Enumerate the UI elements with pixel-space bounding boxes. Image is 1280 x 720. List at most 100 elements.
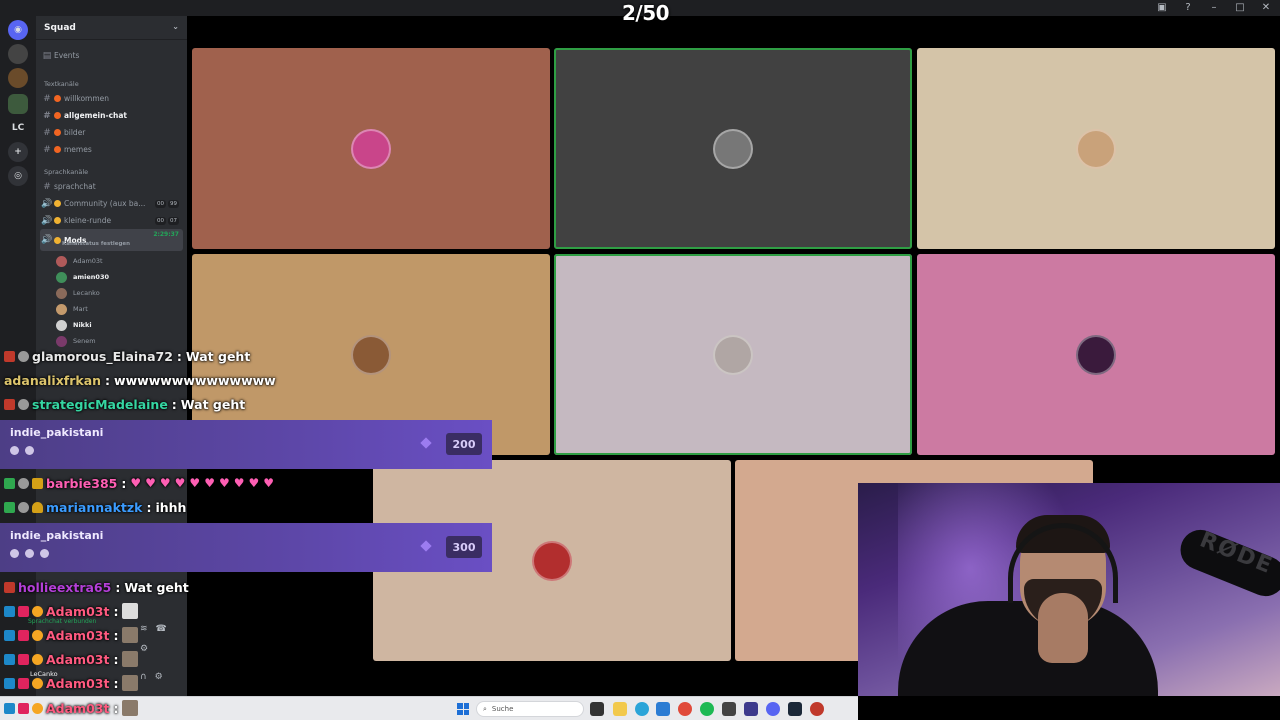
user-panel-icons: ∩ ⚙ <box>140 672 163 682</box>
channel-willkommen[interactable]: # willkommen <box>40 91 183 106</box>
close-button[interactable]: ✕ <box>1260 2 1272 13</box>
avatar <box>56 335 67 347</box>
server-icon-squad[interactable] <box>8 94 28 114</box>
bits-badge-icon <box>32 501 43 513</box>
discord-home-icon[interactable]: ◉ <box>8 20 28 40</box>
hash-icon: # <box>43 144 51 155</box>
channel-status[interactable]: Kanalstatus festlegen <box>62 241 130 247</box>
channel-sprachchat[interactable]: # sprachchat <box>40 179 183 194</box>
heart-emote: ♥ <box>145 476 156 490</box>
discover-icon[interactable]: ◎ <box>8 166 28 186</box>
channel-memes[interactable]: # memes <box>40 142 183 157</box>
add-server-icon[interactable]: + <box>8 142 28 162</box>
voice-channel-mods[interactable]: 🔊 Mods 2:29:37 Kanalstatus festlegen <box>40 229 183 251</box>
events-item[interactable]: ▤ Events <box>40 48 183 63</box>
activity-icon[interactable]: ⚙ <box>140 644 148 654</box>
chat-message: Adam03t: <box>4 698 141 718</box>
app-icon[interactable] <box>722 702 736 716</box>
voice-member[interactable]: Nikki <box>56 318 92 332</box>
video-tile-speaking[interactable] <box>554 254 912 455</box>
voice-member[interactable]: Lecanko <box>56 286 100 300</box>
avatar <box>713 334 753 375</box>
windows-taskbar: Adam03t: ⌕ Suche <box>0 696 858 720</box>
screen: ▣ ? – □ ✕ 2/50 ◉ LC + ◎ Squad ⌄ ▤ Events… <box>0 0 1280 720</box>
coin-badge-icon <box>32 702 43 714</box>
inbox-icon[interactable]: ▣ <box>1156 2 1168 13</box>
disconnect-icon[interactable]: ☎ <box>156 624 167 634</box>
channel-allgemein-chat[interactable]: # allgemein-chat <box>40 108 183 123</box>
file-explorer-icon[interactable] <box>613 702 627 716</box>
voice-channel-kleine-runde[interactable]: 🔊 kleine-runde 00 07 <box>40 213 183 228</box>
voice-member[interactable]: Adam03t <box>56 254 103 268</box>
current-user-name[interactable]: LeCanko <box>30 670 58 678</box>
heart-emote: ♥ <box>263 476 275 490</box>
task-view-icon[interactable] <box>590 702 604 716</box>
server-icon-lc[interactable]: LC <box>8 118 28 138</box>
avatar <box>1076 128 1116 169</box>
chat-message: hollieextra65: Wat geht <box>4 577 189 597</box>
channel-emoji <box>54 112 61 119</box>
help-icon[interactable]: ? <box>1182 2 1194 13</box>
avatar <box>1076 334 1116 375</box>
store-icon[interactable] <box>656 702 670 716</box>
emote-icon <box>122 651 139 667</box>
chat-message: adanalixfrkan: wwwwwwwwwwwwww <box>4 372 276 388</box>
discord-icon[interactable] <box>766 702 780 716</box>
voice-member[interactable]: Mart <box>56 302 88 316</box>
voice-category[interactable]: Sprachkanäle <box>44 168 88 176</box>
emote-icon <box>122 627 139 643</box>
text-category[interactable]: Textkanäle <box>44 80 79 88</box>
voice-channel-community[interactable]: 🔊 Community (aux ba... 00 99 <box>40 196 183 211</box>
steam-icon[interactable] <box>788 702 802 716</box>
voice-connected-status[interactable]: Sprachchat verbunden <box>28 618 96 625</box>
taskbar-search[interactable]: ⌕ Suche <box>476 701 584 717</box>
voice-member[interactable]: amien030 <box>56 270 109 284</box>
prime-badge-icon <box>4 677 15 689</box>
streamer-hand <box>1038 593 1088 663</box>
heart-emote: ♥ <box>248 476 260 490</box>
avatar <box>56 287 67 299</box>
avatar <box>56 255 67 267</box>
channel-bilder[interactable]: # bilder <box>40 125 183 140</box>
viewer-counter: 2/50 <box>622 1 670 25</box>
server-icon[interactable] <box>8 44 28 64</box>
avatar-badge-icon <box>18 398 29 410</box>
hype-chat-user: indie_pakistani <box>10 529 104 542</box>
streamer-body <box>898 601 1158 696</box>
prime-badge-icon <box>4 653 15 665</box>
heart-emote: ♥ <box>159 476 171 490</box>
windows-start-icon[interactable] <box>457 703 469 715</box>
chat-message: Adam03t: <box>4 673 141 693</box>
heart-emote: ♥ <box>218 476 230 490</box>
server-name: Squad <box>44 22 76 33</box>
hype-amount: 200 <box>446 433 482 455</box>
video-tile[interactable] <box>192 48 550 249</box>
chrome-icon[interactable] <box>678 702 692 716</box>
video-tile-speaking[interactable] <box>554 48 912 249</box>
headset-icon[interactable]: ∩ <box>140 672 147 682</box>
settings-gear-icon[interactable]: ⚙ <box>155 672 163 682</box>
prime-badge-icon <box>4 702 15 714</box>
channel-emoji <box>54 236 61 244</box>
video-tile[interactable] <box>917 254 1275 455</box>
server-icon[interactable] <box>8 68 28 88</box>
minimize-button[interactable]: – <box>1208 2 1220 13</box>
calendar-icon: ▤ <box>42 50 52 61</box>
vegas-icon[interactable] <box>744 702 758 716</box>
coin-badge-icon <box>32 629 43 641</box>
coin-badge-icon <box>32 653 43 665</box>
edge-icon[interactable] <box>635 702 649 716</box>
streamer-webcam: RØDE <box>858 483 1280 696</box>
video-tile[interactable] <box>917 48 1275 249</box>
avatar-badge-icon <box>18 501 29 513</box>
obs-icon[interactable] <box>810 702 824 716</box>
avatar <box>56 319 67 331</box>
chevron-down-icon: ⌄ <box>172 22 179 31</box>
maximize-button[interactable]: □ <box>1234 2 1246 13</box>
noise-suppression-icon[interactable]: ≋ <box>140 624 148 634</box>
spotify-icon[interactable] <box>700 702 714 716</box>
prime-badge-icon <box>4 629 15 641</box>
coin-badge-icon <box>32 605 43 617</box>
server-header[interactable]: Squad ⌄ <box>36 16 187 40</box>
avatar <box>351 128 391 169</box>
